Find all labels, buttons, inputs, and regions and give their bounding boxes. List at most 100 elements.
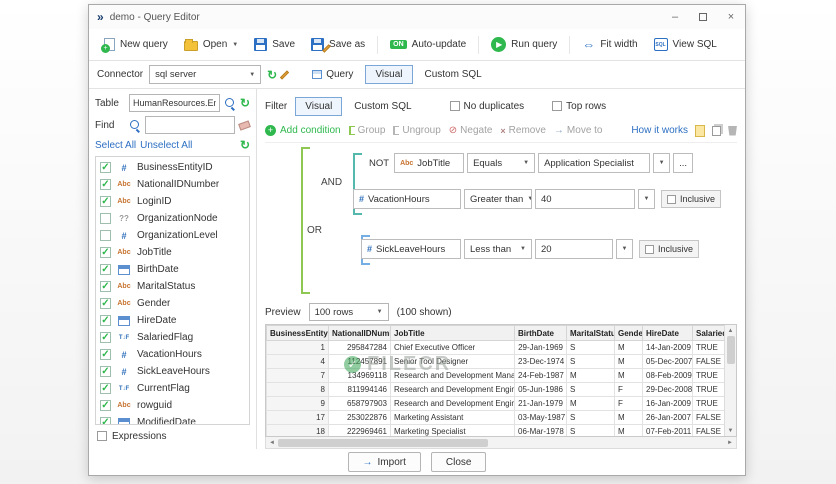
ungroup-button[interactable]: Ungroup xyxy=(393,125,441,136)
condition-value-input[interactable]: 40 xyxy=(535,189,635,209)
trash-icon[interactable] xyxy=(728,125,737,136)
fields-refresh-icon[interactable]: ↻ xyxy=(240,138,250,152)
grid-cell[interactable]: M xyxy=(614,410,643,425)
note-icon[interactable] xyxy=(695,124,705,137)
grid-cell[interactable]: Senior Tool Designer xyxy=(390,354,515,369)
grid-cell[interactable]: F xyxy=(614,396,643,411)
filter-tab-custom-sql[interactable]: Custom SQL xyxy=(344,97,421,116)
inclusive-checkbox[interactable] xyxy=(667,194,676,204)
field-row[interactable]: ✓ Abc rowguid xyxy=(96,397,249,414)
field-row[interactable]: ✓ Abc NationalIDNumber xyxy=(96,176,249,193)
field-row[interactable]: ✓ Abc Gender xyxy=(96,295,249,312)
scrollbar-thumb[interactable] xyxy=(726,336,735,364)
not-label[interactable]: NOT xyxy=(369,158,389,169)
grid-cell[interactable]: TRUE xyxy=(692,340,724,355)
grid-cell[interactable]: M xyxy=(614,368,643,383)
connector-select[interactable]: sql server ▼ xyxy=(149,65,262,84)
grid-cell[interactable]: Marketing Assistant xyxy=(390,410,515,425)
column-header[interactable]: SalariedFla xyxy=(692,325,724,341)
grid-cell[interactable]: TRUE xyxy=(692,368,724,383)
grid-cell[interactable]: 1 xyxy=(266,340,329,355)
grid-cell[interactable]: 24-Feb-1987 xyxy=(514,368,567,383)
grid-cell[interactable]: Research and Development Engineer xyxy=(390,382,515,397)
table-row[interactable]: 1 295847284 Chief Executive Officer 29-Jan-… xyxy=(266,340,724,355)
table-row[interactable]: 8 811994146 Research and Development Engin… xyxy=(266,382,724,397)
column-header[interactable]: HireDate xyxy=(642,325,693,341)
grid-cell[interactable]: 14-Jan-2009 xyxy=(642,340,693,355)
move-to-button[interactable]: → Move to xyxy=(554,125,603,136)
filter-tab-visual[interactable]: Visual xyxy=(295,96,343,116)
field-checkbox[interactable]: ✓ xyxy=(100,298,111,309)
table-row[interactable]: 17 253022876 Marketing Assistant 03-May-198… xyxy=(266,410,724,425)
save-as-button[interactable]: Save as xyxy=(304,35,372,54)
find-input[interactable] xyxy=(145,116,235,134)
field-row[interactable]: ✓ Abc JobTitle xyxy=(96,244,249,261)
grid-cell[interactable]: 295847284 xyxy=(328,340,391,355)
grid-cell[interactable]: 7 xyxy=(266,368,329,383)
how-it-works-link[interactable]: How it works xyxy=(631,125,688,136)
grid-cell[interactable]: 21-Jan-1979 xyxy=(514,396,567,411)
grid-cell[interactable]: 17 xyxy=(266,410,329,425)
grid-cell[interactable]: 222969461 xyxy=(328,424,391,436)
table-row[interactable]: 18 222969461 Marketing Specialist 06-Mar-19… xyxy=(266,424,724,436)
grid-cell[interactable]: TRUE xyxy=(692,396,724,411)
grid-cell[interactable]: S xyxy=(566,410,615,425)
scroll-left-icon[interactable]: ◄ xyxy=(266,440,278,446)
grid-cell[interactable]: F xyxy=(614,382,643,397)
or-operator-label[interactable]: OR xyxy=(307,225,322,236)
grid-cell[interactable]: S xyxy=(566,424,615,436)
field-row[interactable]: ✓ T↓F SalariedFlag xyxy=(96,329,249,346)
table-row[interactable]: 9 658797903 Research and Development Engin… xyxy=(266,396,724,411)
connector-refresh-icon[interactable]: ↻ xyxy=(267,68,277,82)
operator-select[interactable]: Equals ▼ xyxy=(467,153,536,173)
field-checkbox[interactable]: ✓ xyxy=(100,179,111,190)
no-duplicates-checkbox[interactable] xyxy=(449,101,460,111)
grid-cell[interactable]: 29-Jan-1969 xyxy=(514,340,567,355)
grid-cell[interactable]: 112457891 xyxy=(328,354,391,369)
value-dropdown-button[interactable]: ▼ xyxy=(638,189,655,209)
field-checkbox[interactable]: ✓ xyxy=(100,332,111,343)
grid-cell[interactable]: 18 xyxy=(266,424,329,436)
field-checkbox[interactable] xyxy=(100,213,111,224)
tab-custom-sql[interactable]: Custom SQL xyxy=(415,65,492,84)
grid-cell[interactable]: 29-Dec-2008 xyxy=(642,382,693,397)
operator-select[interactable]: Greater than▼ xyxy=(464,189,532,209)
column-header[interactable]: BirthDate xyxy=(514,325,567,341)
grid-cell[interactable]: Marketing Specialist xyxy=(390,424,515,436)
field-checkbox[interactable]: ✓ xyxy=(100,400,111,411)
grid-cell[interactable]: 9 xyxy=(266,396,329,411)
run-query-button[interactable]: ▶ Run query xyxy=(484,34,564,55)
top-rows-checkbox[interactable] xyxy=(552,101,563,111)
grid-cell[interactable]: S xyxy=(566,340,615,355)
grid-cell[interactable]: Chief Executive Officer xyxy=(390,340,515,355)
ellipsis-button[interactable]: ... xyxy=(673,153,694,173)
expressions-checkbox[interactable] xyxy=(97,431,107,441)
column-header[interactable]: NationalIDNumber xyxy=(328,325,391,341)
remove-button[interactable]: × Remove xyxy=(500,125,546,136)
field-checkbox[interactable] xyxy=(100,230,111,241)
grid-cell[interactable]: 658797903 xyxy=(328,396,391,411)
field-row[interactable]: ✓ T↓F CurrentFlag xyxy=(96,380,249,397)
group-button[interactable]: Group xyxy=(348,125,385,136)
inclusive-checkbox[interactable] xyxy=(645,244,654,254)
scrollbar-thumb[interactable] xyxy=(278,438,488,447)
horizontal-scrollbar[interactable]: ◄ ► xyxy=(265,437,737,449)
connector-edit-icon[interactable] xyxy=(280,69,290,80)
field-row[interactable]: ✓ ModifiedDate xyxy=(96,414,249,424)
condition-value-input[interactable]: Application Specialist xyxy=(538,153,651,173)
grid-cell[interactable]: S xyxy=(566,382,615,397)
field-row[interactable]: ✓ HireDate xyxy=(96,312,249,329)
copy-icon[interactable] xyxy=(712,125,721,136)
grid-cell[interactable]: M xyxy=(566,368,615,383)
grid-cell[interactable]: 16-Jan-2009 xyxy=(642,396,693,411)
grid-cell[interactable]: FALSE xyxy=(692,410,724,425)
value-dropdown-button[interactable]: ▼ xyxy=(616,239,633,259)
tab-query[interactable]: Query xyxy=(302,65,363,84)
grid-cell[interactable]: 8 xyxy=(266,382,329,397)
tab-visual[interactable]: Visual xyxy=(365,65,413,84)
grid-cell[interactable]: 134969118 xyxy=(328,368,391,383)
search-icon[interactable] xyxy=(224,97,236,109)
column-header[interactable]: MaritalStatus xyxy=(566,325,615,341)
vertical-scrollbar[interactable]: ▲ ▼ xyxy=(724,325,736,436)
field-checkbox[interactable]: ✓ xyxy=(100,247,111,258)
